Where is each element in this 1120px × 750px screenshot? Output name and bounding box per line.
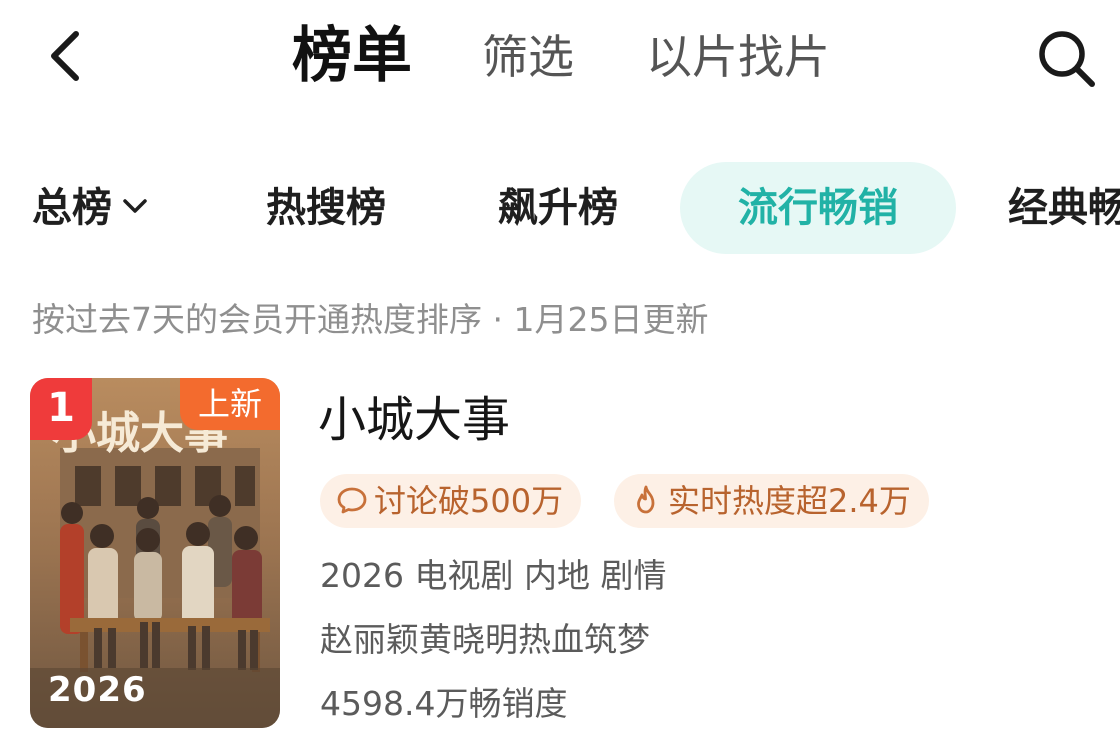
heat-tag: 实时热度超2.4万 <box>614 474 929 528</box>
tab-hot-search[interactable]: 热搜榜 <box>266 162 386 254</box>
back-button[interactable] <box>40 28 96 84</box>
rank-number-badge: 1 <box>30 378 92 440</box>
show-title[interactable]: 小城大事 <box>318 388 510 452</box>
tab-rankings[interactable]: 榜单 <box>292 20 412 92</box>
tab-overall-label: 总榜 <box>32 185 112 231</box>
show-description: 赵丽颖黄晓明热血筑梦 <box>320 620 650 659</box>
top-nav-bar: 榜单 筛选 以片找片 <box>0 0 1120 120</box>
ranking-sort-note: 按过去7天的会员开通热度排序 · 1月25日更新 <box>32 300 709 339</box>
poster-year-label: 2026 <box>48 670 147 710</box>
chevron-down-icon <box>123 199 147 213</box>
chat-bubble-icon <box>337 487 367 514</box>
tab-filter[interactable]: 筛选 <box>482 26 574 88</box>
discussion-tag-text: 讨论破500万 <box>374 482 564 520</box>
sales-score: 4598.4万畅销度 <box>320 684 568 723</box>
tab-find-by-film[interactable]: 以片找片 <box>646 26 830 88</box>
back-arrow-icon <box>51 31 79 81</box>
tab-overall-ranking[interactable]: 总榜 <box>32 162 152 254</box>
tab-popular-bestselling[interactable]: 流行畅销 <box>680 162 956 254</box>
discussion-tag: 讨论破500万 <box>320 474 582 528</box>
rank-category-tabs: 总榜 热搜榜 飙升榜 流行畅销 经典畅 <box>0 162 1120 254</box>
heat-tag-text: 实时热度超2.4万 <box>668 482 911 520</box>
tab-rising[interactable]: 飙升榜 <box>498 162 618 254</box>
new-release-badge: 上新 <box>180 378 280 430</box>
flame-icon <box>637 485 655 514</box>
search-icon <box>1039 31 1095 87</box>
search-button[interactable] <box>1034 26 1100 92</box>
tab-classic-bestselling[interactable]: 经典畅 <box>1008 162 1120 254</box>
show-info: 2026 电视剧 内地 剧情 <box>320 556 667 595</box>
